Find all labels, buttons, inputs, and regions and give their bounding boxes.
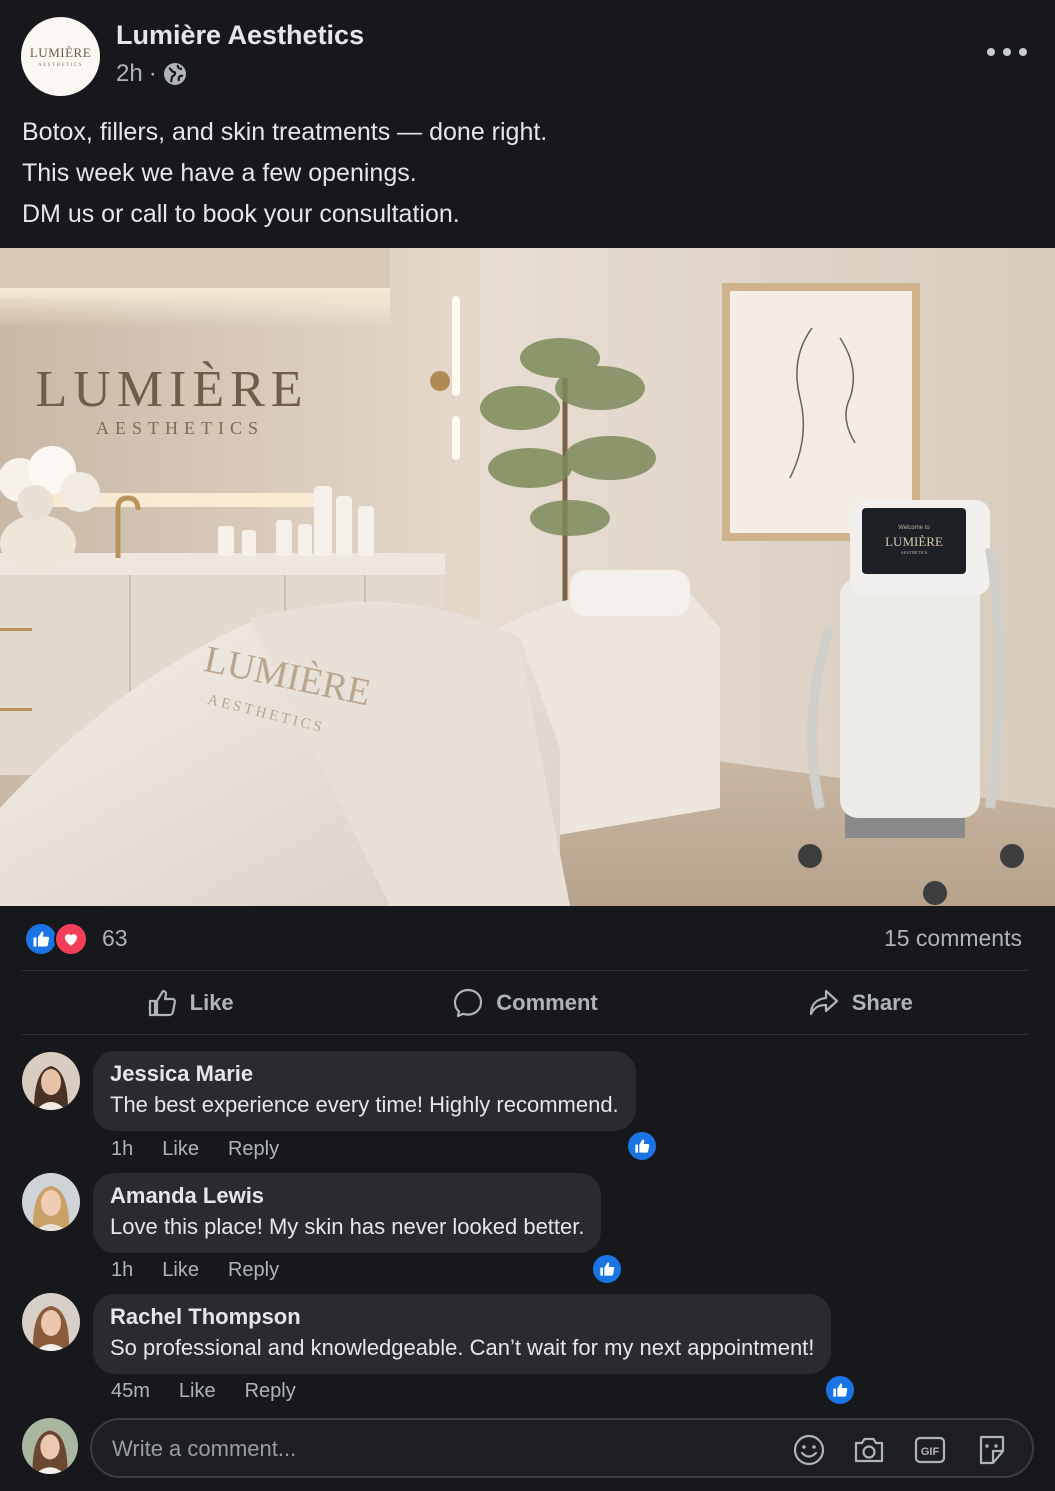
like-button[interactable]: Like	[22, 972, 357, 1034]
reactions-bar: 63 15 comments	[24, 920, 1024, 960]
current-user-avatar[interactable]	[22, 1418, 78, 1474]
comment-text: Love this place! My skin has never looke…	[110, 1214, 585, 1239]
more-options-button[interactable]	[987, 38, 1027, 66]
comment-reply-button[interactable]: Reply	[228, 1259, 279, 1282]
comment-bubble: Rachel Thompson So professional and know…	[93, 1294, 832, 1374]
comment-button[interactable]: Comment	[357, 972, 692, 1034]
comment-bubble: Jessica Marie The best experience every …	[93, 1051, 636, 1131]
comment-reply-button[interactable]: Reply	[245, 1380, 296, 1403]
comment-like-button[interactable]: Like	[162, 1259, 199, 1282]
comment-time: 1h	[111, 1138, 134, 1160]
post-image[interactable]: LUMIÈRE AESTHETICS Welcome to LUMIÈRE AE…	[0, 248, 1055, 906]
comment-like-badge[interactable]	[591, 1253, 623, 1285]
comment-meta: 45m Like Reply	[111, 1380, 296, 1403]
like-label: Like	[189, 990, 234, 1015]
comment-composer[interactable]: GIF	[90, 1418, 1034, 1478]
comments-count[interactable]: 15 comments	[884, 925, 1022, 952]
post-header: LUMIÈRE AESTHETICS Lumière Aesthetics 2h…	[0, 0, 1055, 110]
gif-icon[interactable]: GIF	[913, 1433, 947, 1467]
comment-bubble: Amanda Lewis Love this place! My skin ha…	[93, 1173, 602, 1253]
share-label: Share	[851, 990, 913, 1015]
comment-like-badge[interactable]	[824, 1374, 856, 1406]
post-text: Botox, fillers, and skin treatments — do…	[22, 112, 1022, 235]
comment-text: So professional and knowledgeable. Can’t…	[110, 1335, 815, 1360]
dot-icon	[1019, 48, 1027, 56]
globe-icon	[163, 63, 186, 85]
commenter-name[interactable]: Amanda Lewis	[110, 1181, 584, 1211]
screen-welcome: Welcome to	[898, 525, 930, 531]
comment-meta: 1h Like Reply	[111, 1138, 279, 1161]
dot-icon	[987, 48, 995, 56]
dot-icon	[1003, 48, 1011, 56]
screen-sub: AESTHETICS	[901, 550, 928, 555]
avatar[interactable]	[22, 1052, 80, 1110]
comment-like-button[interactable]: Like	[162, 1138, 199, 1161]
comment-time: 45m	[111, 1380, 150, 1402]
comment-time: 1h	[111, 1259, 134, 1281]
like-reaction-icon	[24, 922, 58, 956]
divider	[22, 1034, 1028, 1035]
commenter-name[interactable]: Rachel Thompson	[110, 1302, 814, 1332]
page-avatar[interactable]: LUMIÈRE AESTHETICS	[21, 17, 100, 96]
divider	[22, 970, 1028, 971]
sticker-icon[interactable]	[975, 1433, 1009, 1467]
comment-text: The best experience every time! Highly r…	[110, 1092, 619, 1117]
emoji-icon[interactable]	[792, 1433, 826, 1467]
reaction-count[interactable]: 63	[102, 925, 128, 952]
logo-text: LUMIÈRE	[29, 45, 92, 60]
comment-label: Comment	[496, 990, 598, 1015]
comment-input[interactable]	[112, 1432, 762, 1466]
post-actions: Like Comment Share	[22, 972, 1028, 1034]
camera-icon[interactable]	[852, 1433, 886, 1467]
screen-brand: LUMIÈRE	[885, 534, 943, 549]
avatar[interactable]	[22, 1293, 80, 1351]
share-button[interactable]: Share	[693, 972, 1028, 1034]
page-name[interactable]: Lumière Aesthetics	[116, 20, 364, 51]
thumbs-up-icon	[148, 989, 176, 1017]
post-text-line: DM us or call to book your consultation.	[22, 200, 460, 228]
share-icon	[809, 989, 838, 1016]
logo-subtext: AESTHETICS	[38, 63, 83, 68]
wall-sign-main: LUMIÈRE	[35, 360, 308, 418]
commenter-name[interactable]: Jessica Marie	[110, 1059, 619, 1089]
post-time[interactable]: 2h	[116, 60, 143, 88]
comment-meta: 1h Like Reply	[111, 1259, 279, 1282]
reaction-icons[interactable]	[24, 922, 94, 956]
meta-separator: ·	[148, 60, 157, 87]
comment-reply-button[interactable]: Reply	[228, 1138, 279, 1161]
post-text-line: This week we have a few openings.	[22, 159, 417, 187]
post-text-line: Botox, fillers, and skin treatments — do…	[22, 118, 548, 146]
comment-like-badge[interactable]	[626, 1130, 658, 1162]
avatar[interactable]	[22, 1173, 80, 1231]
love-reaction-icon	[54, 922, 88, 956]
comment-like-button[interactable]: Like	[179, 1380, 216, 1403]
svg-text:GIF: GIF	[921, 1446, 940, 1458]
wall-sign-sub: AESTHETICS	[96, 418, 264, 438]
post-meta: 2h ·	[116, 60, 187, 88]
comment-icon	[454, 988, 483, 1018]
